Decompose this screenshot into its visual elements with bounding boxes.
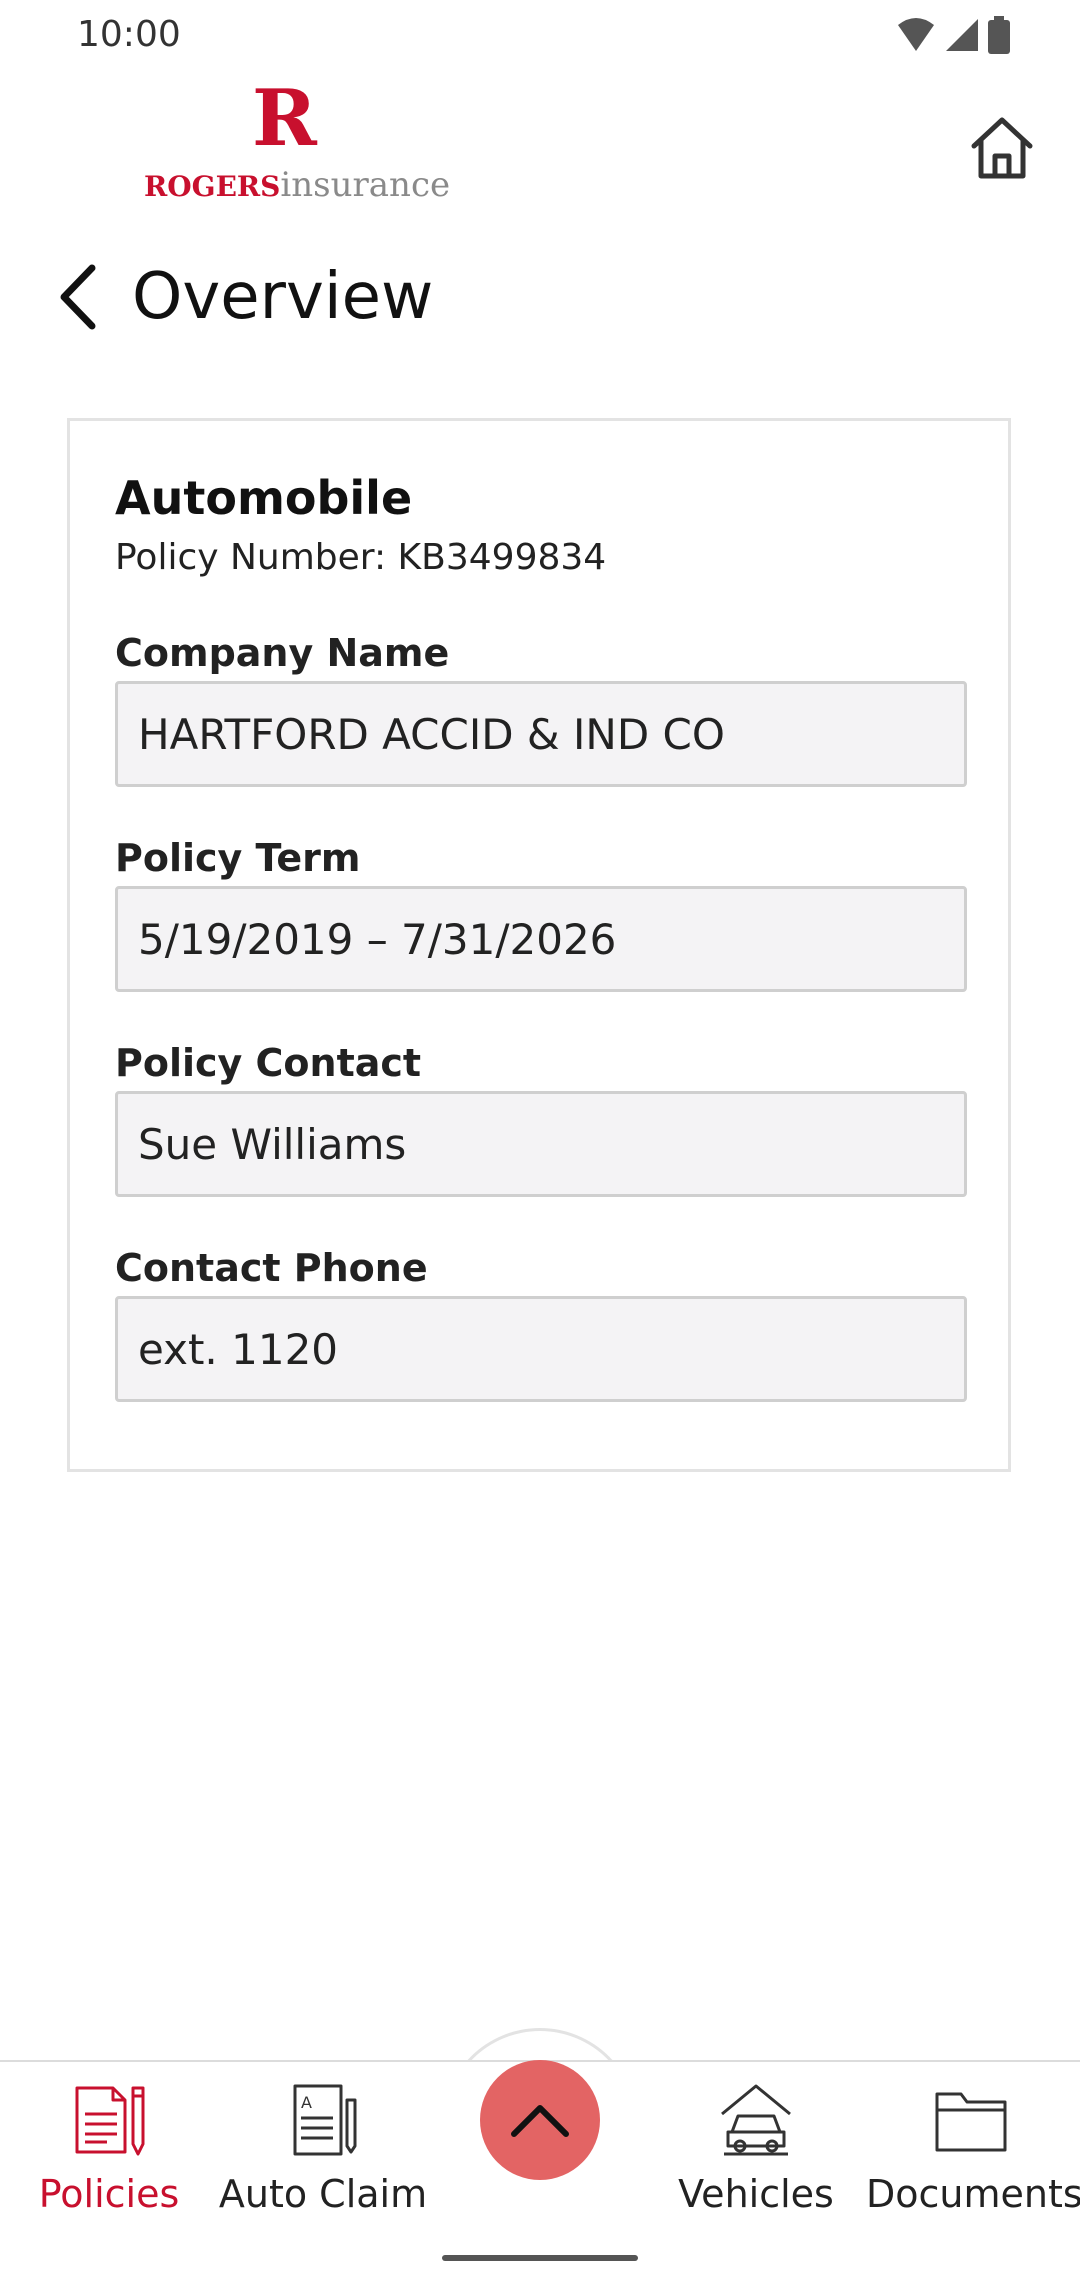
nav-label-auto-claim: Auto Claim bbox=[218, 2172, 428, 2216]
nav-item-vehicles[interactable]: Vehicles bbox=[651, 2080, 861, 2216]
chevron-up-icon bbox=[511, 2105, 569, 2137]
claim-form-icon: A bbox=[293, 2084, 357, 2156]
rogers-insurance-logo: R ROGERSinsurance bbox=[140, 73, 450, 210]
nav-item-auto-claim[interactable]: A Auto Claim bbox=[218, 2080, 428, 2216]
policy-card: Automobile Policy Number: KB3499834 Comp… bbox=[67, 418, 1011, 1472]
policy-term-field: 5/19/2019 – 7/31/2026 bbox=[115, 886, 967, 992]
company-name-field: HARTFORD ACCID & IND CO bbox=[115, 681, 967, 787]
app-header: R ROGERSinsurance bbox=[0, 70, 1080, 220]
status-bar: 10:00 bbox=[0, 0, 1080, 70]
battery-icon bbox=[988, 16, 1010, 54]
contact-phone-field: ext. 1120 bbox=[115, 1296, 967, 1402]
logo-mark: R bbox=[252, 73, 317, 164]
nav-item-policies[interactable]: Policies bbox=[4, 2080, 214, 2216]
policy-number: Policy Number: KB3499834 bbox=[115, 537, 607, 578]
contact-phone-label: Contact Phone bbox=[115, 1246, 428, 1290]
nav-label-policies: Policies bbox=[38, 2172, 180, 2216]
status-time: 10:00 bbox=[77, 14, 181, 55]
nav-label-documents: Documents bbox=[866, 2172, 1080, 2216]
nav-label-vehicles: Vehicles bbox=[678, 2172, 834, 2216]
svg-text:A: A bbox=[301, 2093, 312, 2112]
gesture-bar[interactable] bbox=[442, 2255, 638, 2261]
chevron-left-icon bbox=[60, 264, 96, 330]
back-button[interactable] bbox=[48, 260, 108, 334]
page-title: Overview bbox=[132, 260, 434, 334]
logo-brand-light: insurance bbox=[280, 165, 451, 205]
wifi-icon bbox=[898, 18, 934, 51]
signal-icon bbox=[946, 19, 978, 51]
logo-wordmark: ROGERSinsurance bbox=[144, 168, 450, 202]
status-icons bbox=[896, 16, 1010, 54]
logo-brand-bold: ROGERS bbox=[144, 170, 281, 203]
policy-type: Automobile bbox=[115, 471, 413, 525]
folder-icon bbox=[935, 2092, 1007, 2152]
company-name-label: Company Name bbox=[115, 631, 450, 675]
car-garage-icon bbox=[721, 2084, 791, 2156]
home-icon bbox=[971, 117, 1033, 179]
policy-contact-field: Sue Williams bbox=[115, 1091, 967, 1197]
title-row: Overview bbox=[0, 240, 1080, 350]
home-button[interactable] bbox=[962, 108, 1042, 188]
nav-item-documents[interactable]: Documents bbox=[866, 2080, 1080, 2216]
policy-contact-label: Policy Contact bbox=[115, 1041, 422, 1085]
policy-document-icon bbox=[75, 2086, 145, 2156]
policy-term-label: Policy Term bbox=[115, 836, 361, 880]
expand-menu-button[interactable] bbox=[480, 2060, 600, 2180]
